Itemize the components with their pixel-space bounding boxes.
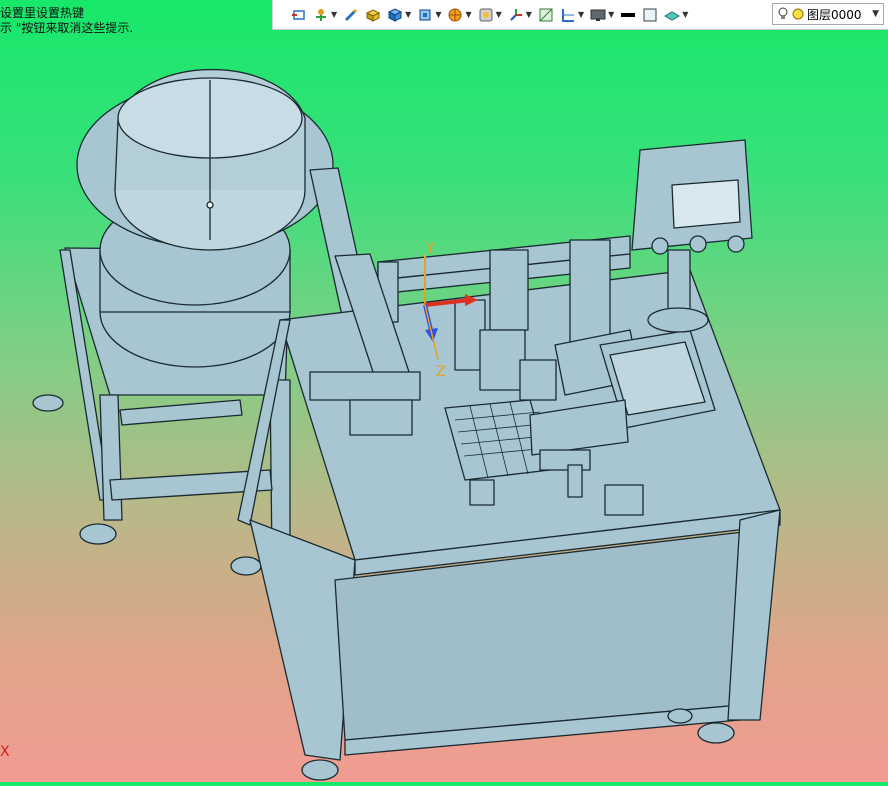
layer-select[interactable]: 图层0000 ▼ (772, 3, 884, 25)
display-monitor-button[interactable]: ▼ (588, 3, 616, 27)
sketch-button[interactable] (341, 3, 361, 27)
chevron-down-icon: ▼ (608, 10, 615, 19)
zoom-view-button[interactable]: ▼ (476, 3, 504, 27)
3d-viewport[interactable]: Y Z (0, 0, 888, 782)
view-cube-icon (419, 9, 431, 20)
appearance-icon (664, 10, 681, 21)
view-orientation-button[interactable]: ▼ (415, 3, 443, 27)
sun-icon (792, 8, 804, 20)
section-view-button[interactable] (536, 3, 556, 27)
render-style-icon (448, 8, 462, 21)
chevron-down-icon: ▼ (435, 10, 442, 19)
chevron-down-icon: ▼ (331, 10, 338, 19)
machine-model: Y Z (32, 68, 781, 781)
render-style-button[interactable]: ▼ (445, 3, 473, 27)
appearance-button[interactable]: ▼ (662, 3, 690, 27)
pan-dropdown-button[interactable]: ▼ (311, 3, 339, 27)
display-monitor-icon (590, 9, 606, 21)
chevron-down-icon: ▼ (465, 10, 472, 19)
pan-dropdown-icon (316, 8, 326, 21)
hint-line-2: 示 "按钮来取消这些提示. (0, 21, 134, 35)
triad-button[interactable]: ▼ (506, 3, 534, 27)
box-yellow-icon (366, 8, 381, 22)
white-color-button[interactable] (640, 3, 660, 27)
black-color-button[interactable] (618, 3, 638, 27)
hint-line-1: 设置里设置热键 (0, 6, 85, 20)
section-view-icon (539, 8, 553, 21)
split-view-button[interactable]: ▼ (558, 3, 586, 27)
chevron-down-icon: ▼ (872, 9, 879, 19)
axis-z-label: Z (436, 364, 446, 380)
box-blue-icon (388, 7, 403, 22)
zoom-view-icon (479, 8, 493, 21)
pen-icon (345, 8, 358, 21)
lightbulb-icon (778, 7, 788, 19)
color-black-swatch-icon (621, 12, 636, 17)
color-white-swatch-icon (643, 8, 657, 21)
view-rotate-icon (292, 9, 305, 20)
display-style-button[interactable]: ▼ (385, 3, 413, 27)
split-view-icon (561, 8, 574, 22)
axis-y-label: Y (425, 241, 435, 257)
view-rotate-button[interactable] (289, 3, 309, 27)
chevron-down-icon: ▼ (525, 10, 532, 19)
extrude-button[interactable] (363, 3, 383, 27)
layer-label: 图层0000 (807, 7, 862, 22)
axis-x-label: X (0, 744, 10, 760)
chevron-down-icon: ▼ (682, 10, 689, 19)
chevron-down-icon: ▼ (577, 10, 585, 19)
chevron-down-icon: ▼ (405, 10, 412, 19)
status-hint: 设置里设置热键 示 "按钮来取消这些提示. (0, 6, 133, 36)
chevron-down-icon: ▼ (495, 10, 502, 19)
triad-icon (510, 8, 522, 21)
